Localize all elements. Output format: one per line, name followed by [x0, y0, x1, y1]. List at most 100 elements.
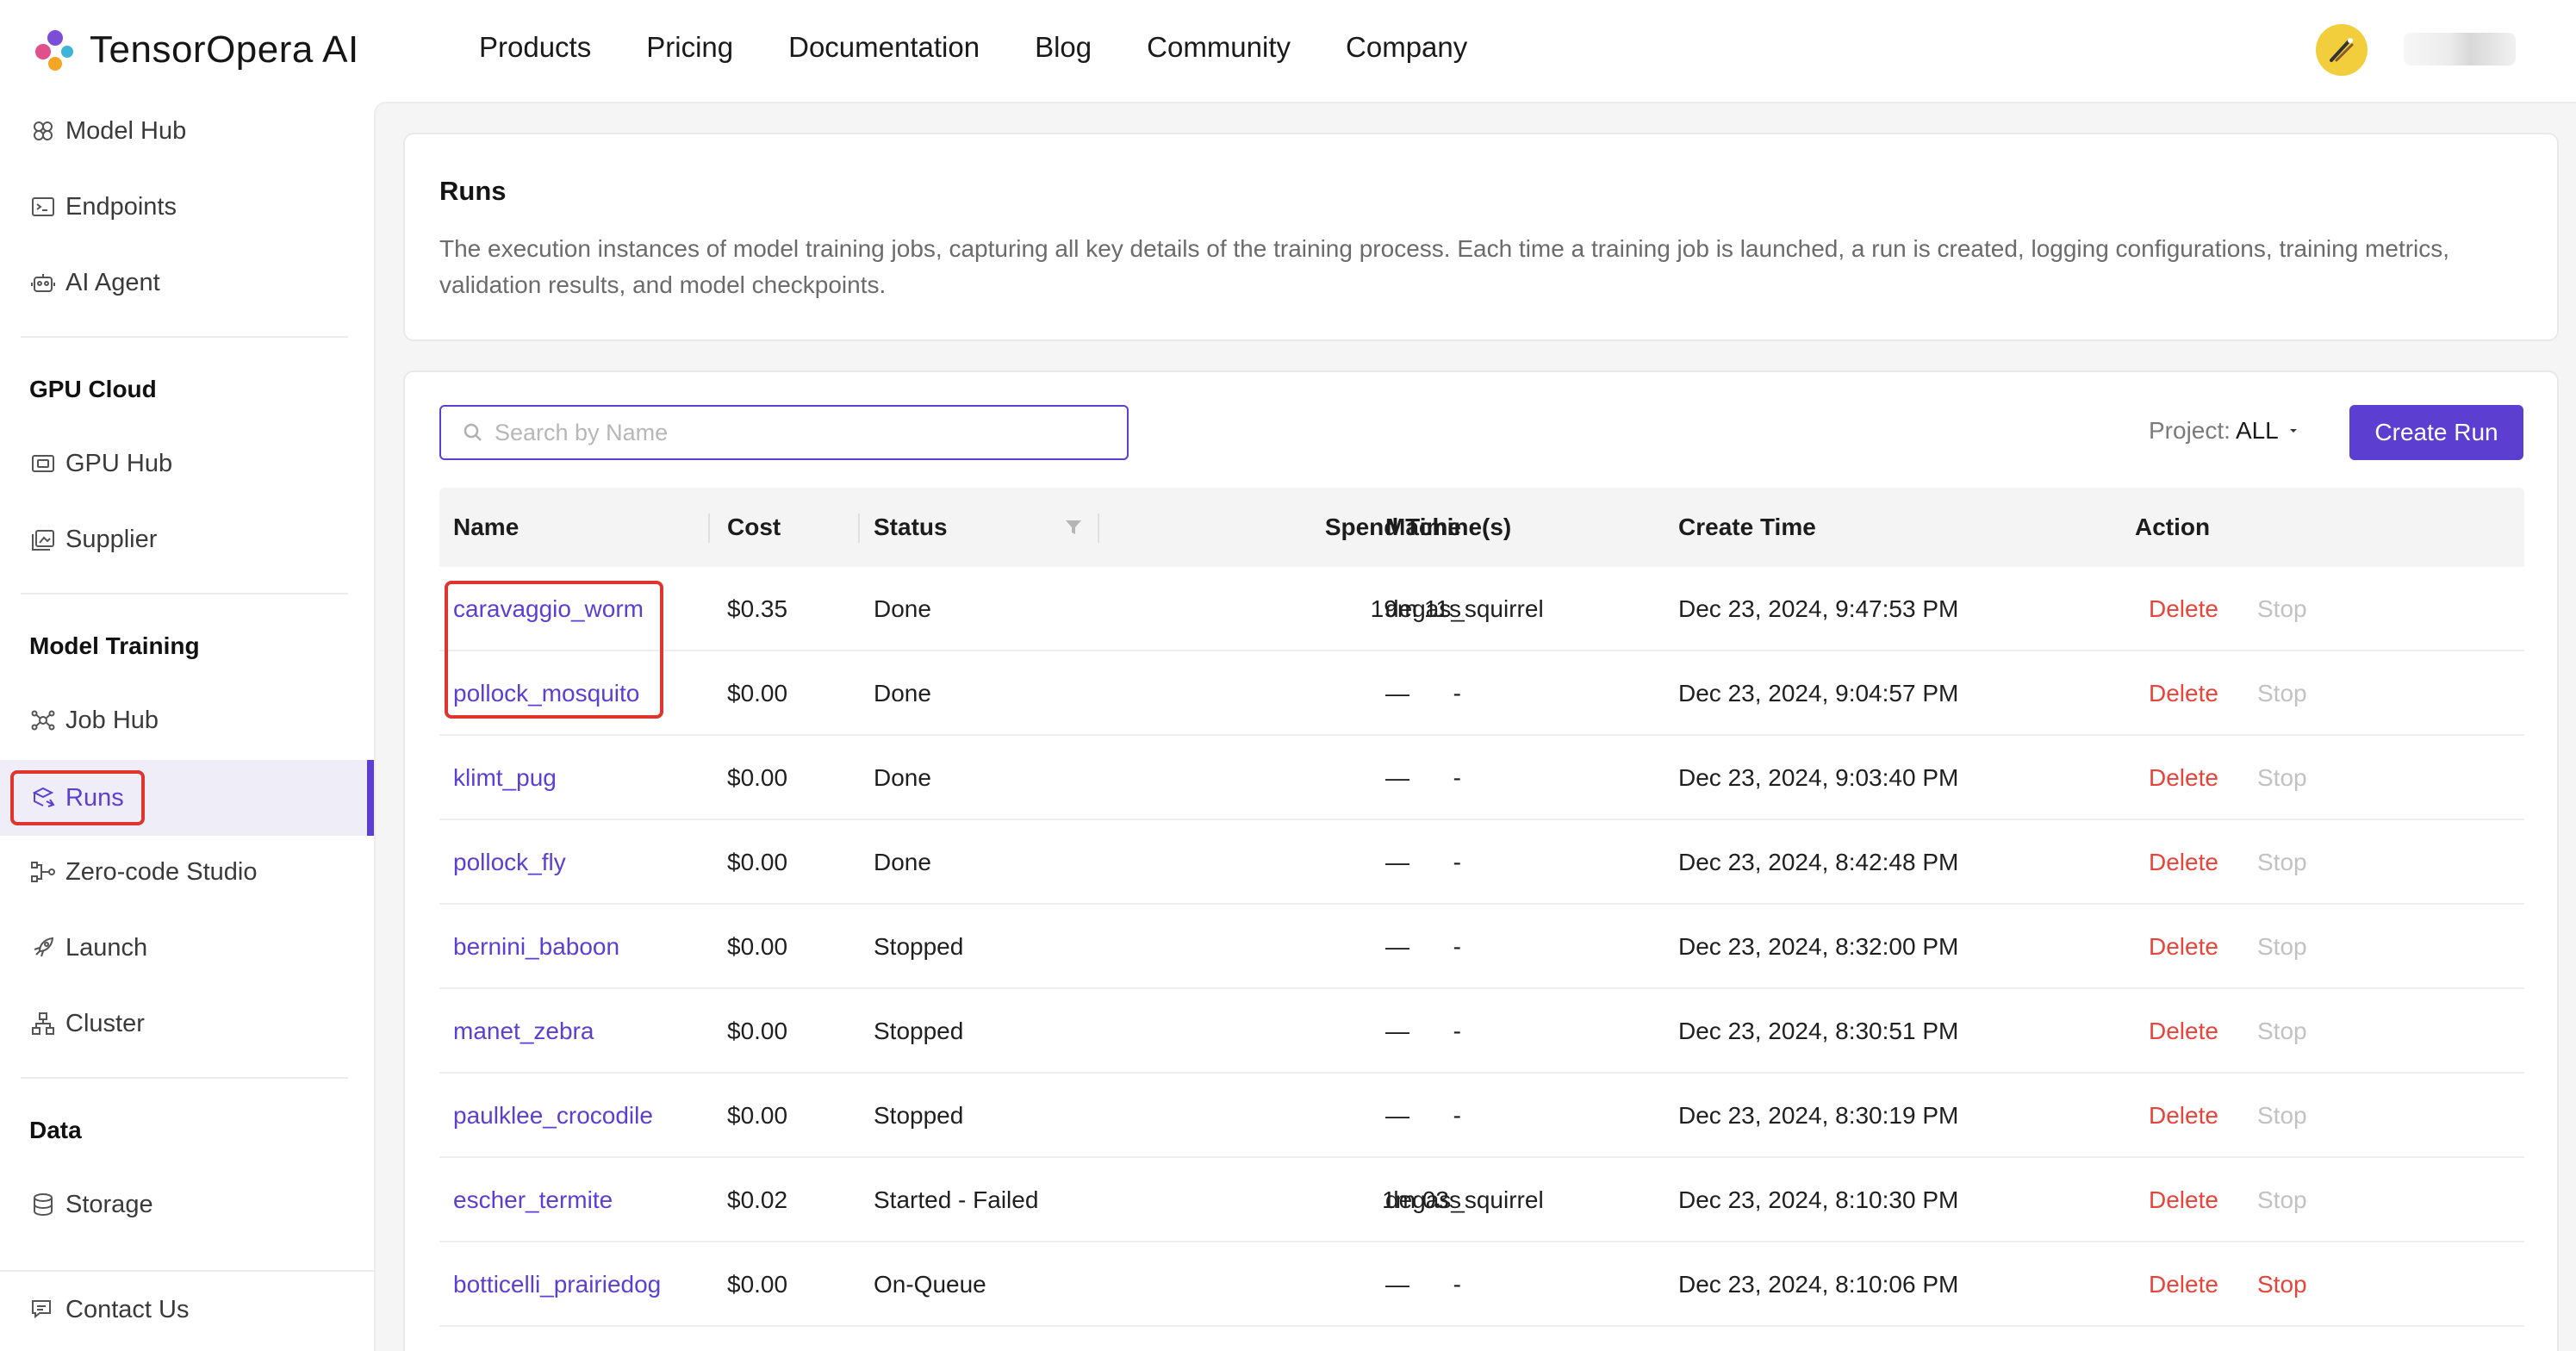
- stop-button: Stop: [2257, 933, 2307, 960]
- sidebar-item-endpoints[interactable]: Endpoints: [29, 181, 357, 233]
- logo-icon: [35, 30, 73, 71]
- delete-button[interactable]: Delete: [2149, 736, 2218, 820]
- run-status: Stopped: [874, 933, 964, 960]
- delete-button[interactable]: Delete: [2149, 1158, 2218, 1242]
- stop-button: Stop: [2257, 1102, 2307, 1129]
- column-header-action: Action: [2135, 514, 2211, 540]
- project-value: ALL: [2235, 417, 2279, 444]
- sidebar-item-job-hub[interactable]: Job Hub: [29, 694, 357, 746]
- nav-pricing[interactable]: Pricing: [646, 31, 733, 64]
- search-box[interactable]: [439, 405, 1129, 460]
- search-input[interactable]: [495, 419, 1115, 446]
- table-row[interactable]: pollock_fly $0.00 Done - — Dec 23, 2024,…: [439, 820, 2524, 905]
- run-machines: —: [1385, 849, 1409, 875]
- run-cost: $0.02: [727, 1186, 788, 1213]
- caret-down-icon: [2289, 429, 2297, 433]
- stop-button[interactable]: Stop: [2257, 1242, 2307, 1327]
- sidebar-heading-data: Data: [29, 1117, 82, 1143]
- delete-button[interactable]: Delete: [2149, 820, 2218, 905]
- sidebar-active-indicator: [367, 760, 374, 836]
- run-machines: —: [1385, 680, 1409, 707]
- sidebar-item-ai-agent[interactable]: AI Agent: [29, 257, 357, 308]
- sidebar-item-zero-code-studio[interactable]: Zero-code Studio: [29, 846, 357, 898]
- sidebar-item-supplier[interactable]: Supplier: [29, 514, 357, 565]
- filter-icon[interactable]: [1063, 517, 1084, 538]
- nav-blog[interactable]: Blog: [1035, 31, 1092, 64]
- sidebar-item-gpu-hub[interactable]: GPU Hub: [29, 438, 357, 489]
- column-header-create-time[interactable]: Create Time: [1678, 488, 1816, 567]
- sidebar-divider: [0, 1270, 374, 1272]
- project-dropdown[interactable]: Project: ALL: [2149, 417, 2303, 445]
- stop-button: Stop: [2257, 680, 2307, 707]
- column-header-name[interactable]: Name: [453, 488, 519, 567]
- table-row[interactable]: paulklee_crocodile $0.00 Stopped - — Dec…: [439, 1074, 2524, 1158]
- brand-logo[interactable]: TensorOpera AI: [33, 26, 359, 74]
- table-row[interactable]: bernini_baboon $0.00 Stopped - — Dec 23,…: [439, 905, 2524, 989]
- run-name-link[interactable]: bernini_baboon: [453, 905, 619, 989]
- annotation-box-runs: [10, 770, 145, 825]
- contact-us-link[interactable]: Contact Us: [29, 1284, 357, 1335]
- sidebar-item-label: Cluster: [65, 1009, 145, 1037]
- nav-community[interactable]: Community: [1147, 31, 1291, 64]
- run-create-time: Dec 23, 2024, 8:32:00 PM: [1678, 933, 1959, 960]
- run-spend-time: -: [1453, 1102, 1461, 1129]
- sidebar-item-label: Storage: [65, 1190, 153, 1218]
- supplier-icon: [32, 530, 54, 551]
- run-machines: —: [1385, 1018, 1409, 1044]
- sidebar-item-model-hub[interactable]: Model Hub: [29, 105, 357, 157]
- run-machines: —: [1385, 1102, 1409, 1129]
- sidebar-item-storage[interactable]: Storage: [29, 1179, 357, 1230]
- delete-button[interactable]: Delete: [2149, 905, 2218, 989]
- run-cost: $0.35: [727, 595, 788, 622]
- run-spend-time: -: [1453, 764, 1461, 791]
- run-name-link[interactable]: paulklee_crocodile: [453, 1074, 653, 1158]
- nav-products[interactable]: Products: [479, 31, 591, 64]
- table-row[interactable]: manet_zebra $0.00 Stopped - — Dec 23, 20…: [439, 989, 2524, 1074]
- delete-button[interactable]: Delete: [2149, 1074, 2218, 1158]
- stop-button: Stop: [2257, 1018, 2307, 1044]
- sidebar-item-label: Model Hub: [65, 116, 187, 145]
- sidebar-item-launch[interactable]: Launch: [29, 922, 357, 974]
- run-machines: —: [1385, 1271, 1409, 1298]
- user-name-redacted[interactable]: [2404, 33, 2516, 65]
- run-cost: $0.00: [727, 933, 788, 960]
- search-icon: [464, 423, 482, 441]
- run-cost: $0.00: [727, 1102, 788, 1129]
- run-name-link[interactable]: escher_termite: [453, 1158, 613, 1242]
- run-name-link[interactable]: botticelli_prairiedog: [453, 1242, 661, 1327]
- run-status: Stopped: [874, 1102, 964, 1129]
- run-machines: —: [1385, 933, 1409, 960]
- table-row[interactable]: escher_termite $0.02 Started - Failed 1m…: [439, 1158, 2524, 1242]
- run-name-link[interactable]: pollock_fly: [453, 820, 566, 905]
- nav-company[interactable]: Company: [1346, 31, 1467, 64]
- run-name-link[interactable]: manet_zebra: [453, 989, 594, 1074]
- column-separator: [1098, 514, 1099, 543]
- table-row[interactable]: botticelli_prairiedog $0.00 On-Queue - —…: [439, 1242, 2524, 1327]
- run-name-link[interactable]: klimt_pug: [453, 736, 557, 820]
- user-avatar[interactable]: [2316, 24, 2368, 76]
- model-hub-icon: [34, 121, 53, 140]
- run-create-time: Dec 23, 2024, 8:42:48 PM: [1678, 849, 1959, 875]
- column-header-machines[interactable]: Machine(s): [1385, 488, 1511, 567]
- delete-button[interactable]: Delete: [2149, 651, 2218, 736]
- delete-button[interactable]: Delete: [2149, 1242, 2218, 1327]
- table-row[interactable]: klimt_pug $0.00 Done - — Dec 23, 2024, 9…: [439, 736, 2524, 820]
- table-header: Name Cost Status Spend Time Machine(s) C…: [439, 488, 2524, 567]
- column-header-status[interactable]: Status: [874, 488, 948, 567]
- delete-button[interactable]: Delete: [2149, 989, 2218, 1074]
- terminal-icon: [32, 197, 54, 216]
- table-row[interactable]: caravaggio_worm $0.35 Done 19m 11s degas…: [439, 567, 2524, 651]
- sidebar-item-label: Supplier: [65, 525, 158, 553]
- sidebar-item-cluster[interactable]: Cluster: [29, 998, 357, 1049]
- run-spend-time: -: [1453, 933, 1461, 960]
- run-create-time: Dec 23, 2024, 8:10:06 PM: [1678, 1271, 1959, 1298]
- nav-documentation[interactable]: Documentation: [788, 31, 980, 64]
- create-run-button[interactable]: Create Run: [2349, 405, 2523, 460]
- flow-icon: [31, 862, 55, 882]
- run-machines: —: [1385, 764, 1409, 791]
- stop-button: Stop: [2257, 849, 2307, 875]
- delete-button[interactable]: Delete: [2149, 567, 2218, 651]
- robot-icon: [31, 274, 55, 292]
- column-header-cost[interactable]: Cost: [727, 488, 781, 567]
- table-row[interactable]: pollock_mosquito $0.00 Done - — Dec 23, …: [439, 651, 2524, 736]
